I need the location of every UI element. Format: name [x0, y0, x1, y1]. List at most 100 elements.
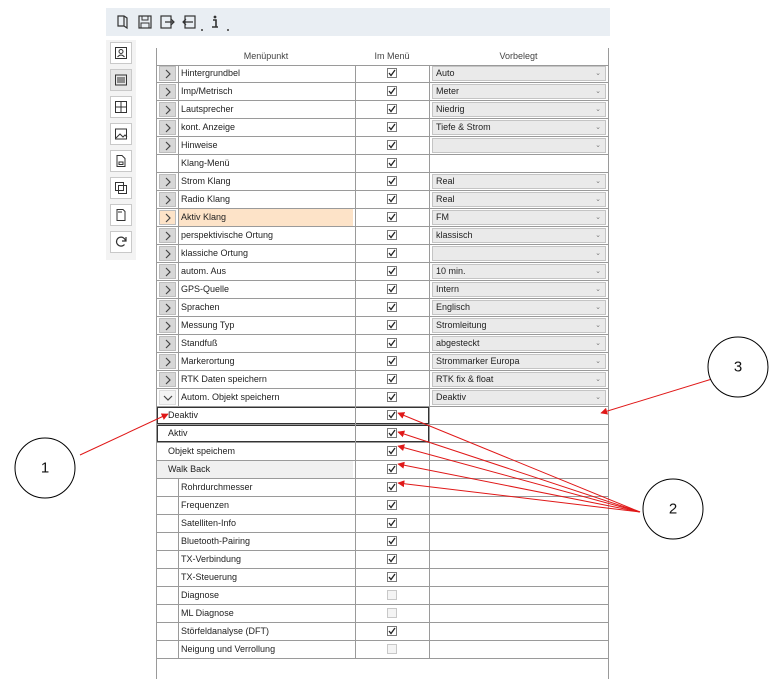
- table-row[interactable]: Strom Klang Real ⌄: [157, 173, 608, 191]
- table-row[interactable]: Lautsprecher Niedrig ⌄: [157, 101, 608, 119]
- table-row[interactable]: kont. Anzeige Tiefe & Strom ⌄: [157, 119, 608, 137]
- vorbelegt-dropdown[interactable]: Englisch ⌄: [432, 300, 606, 315]
- im-menu-checkbox[interactable]: [387, 284, 397, 294]
- import-icon[interactable]: [178, 11, 200, 33]
- chevron-right-icon[interactable]: [159, 354, 176, 369]
- column-header-im-menu[interactable]: Im Menü: [355, 48, 429, 65]
- im-menu-checkbox[interactable]: [387, 212, 397, 222]
- vorbelegt-dropdown[interactable]: 10 min. ⌄: [432, 264, 606, 279]
- im-menu-checkbox[interactable]: [387, 536, 397, 546]
- list-view-icon[interactable]: [110, 69, 132, 91]
- im-menu-checkbox[interactable]: [387, 446, 397, 456]
- grid-icon[interactable]: [110, 96, 132, 118]
- im-menu-checkbox[interactable]: [387, 572, 397, 582]
- im-menu-checkbox[interactable]: [387, 554, 397, 564]
- im-menu-checkbox[interactable]: [387, 86, 397, 96]
- chevron-right-icon[interactable]: [159, 102, 176, 117]
- table-row[interactable]: RTK Daten speichern RTK fix & float ⌄: [157, 371, 608, 389]
- chevron-right-icon[interactable]: [159, 210, 176, 225]
- im-menu-checkbox[interactable]: [387, 392, 397, 402]
- im-menu-checkbox[interactable]: [387, 122, 397, 132]
- person-card-icon[interactable]: [110, 42, 132, 64]
- chevron-right-icon[interactable]: [159, 66, 176, 81]
- vorbelegt-dropdown[interactable]: Auto ⌄: [432, 66, 606, 81]
- table-row[interactable]: Aktiv: [157, 425, 608, 443]
- chevron-right-icon[interactable]: [159, 120, 176, 135]
- table-row[interactable]: TX-Verbindung: [157, 551, 608, 569]
- column-header-menupunkt[interactable]: Menüpunkt: [177, 48, 355, 65]
- image-icon[interactable]: [110, 123, 132, 145]
- table-row[interactable]: Imp/Metrisch Meter ⌄: [157, 83, 608, 101]
- vorbelegt-dropdown[interactable]: RTK fix & float ⌄: [432, 372, 606, 387]
- im-menu-checkbox[interactable]: [387, 248, 397, 258]
- im-menu-checkbox[interactable]: [387, 338, 397, 348]
- refresh-icon[interactable]: [110, 231, 132, 253]
- table-row[interactable]: Standfuß abgesteckt ⌄: [157, 335, 608, 353]
- vorbelegt-dropdown[interactable]: ⌄: [432, 138, 606, 153]
- table-row[interactable]: Rohrdurchmesser: [157, 479, 608, 497]
- im-menu-checkbox[interactable]: [387, 320, 397, 330]
- im-menu-checkbox[interactable]: [387, 482, 397, 492]
- table-row[interactable]: TX-Steuerung: [157, 569, 608, 587]
- table-row[interactable]: Frequenzen: [157, 497, 608, 515]
- chevron-right-icon[interactable]: [159, 138, 176, 153]
- vorbelegt-dropdown[interactable]: klassisch ⌄: [432, 228, 606, 243]
- info-icon[interactable]: [204, 11, 226, 33]
- vorbelegt-dropdown[interactable]: Strommarker Europa ⌄: [432, 354, 606, 369]
- table-row[interactable]: Satelliten-Info: [157, 515, 608, 533]
- table-row[interactable]: Autom. Objekt speichern Deaktiv ⌄: [157, 389, 608, 407]
- vorbelegt-dropdown[interactable]: FM ⌄: [432, 210, 606, 225]
- table-row[interactable]: Sprachen Englisch ⌄: [157, 299, 608, 317]
- im-menu-checkbox[interactable]: [387, 500, 397, 510]
- table-row[interactable]: ML Diagnose: [157, 605, 608, 623]
- im-menu-checkbox[interactable]: [387, 230, 397, 240]
- vorbelegt-dropdown[interactable]: ⌄: [432, 246, 606, 261]
- im-menu-checkbox[interactable]: [387, 176, 397, 186]
- table-row[interactable]: Diagnose: [157, 587, 608, 605]
- chevron-right-icon[interactable]: [159, 174, 176, 189]
- chevron-right-icon[interactable]: [159, 228, 176, 243]
- open-book-icon[interactable]: [112, 11, 134, 33]
- table-row[interactable]: Hintergrundbel Auto ⌄: [157, 65, 608, 83]
- chevron-right-icon[interactable]: [159, 282, 176, 297]
- vorbelegt-dropdown[interactable]: Real ⌄: [432, 174, 606, 189]
- chevron-right-icon[interactable]: [159, 264, 176, 279]
- im-menu-checkbox[interactable]: [387, 518, 397, 528]
- vorbelegt-dropdown[interactable]: Stromleitung ⌄: [432, 318, 606, 333]
- chevron-right-icon[interactable]: [159, 336, 176, 351]
- table-row[interactable]: GPS-Quelle Intern ⌄: [157, 281, 608, 299]
- vorbelegt-dropdown[interactable]: abgesteckt ⌄: [432, 336, 606, 351]
- im-menu-checkbox[interactable]: [387, 266, 397, 276]
- chevron-right-icon[interactable]: [159, 246, 176, 261]
- im-menu-checkbox[interactable]: [387, 194, 397, 204]
- chevron-right-icon[interactable]: [159, 318, 176, 333]
- table-row[interactable]: Aktiv Klang FM ⌄: [157, 209, 608, 227]
- im-menu-checkbox[interactable]: [387, 374, 397, 384]
- im-menu-checkbox[interactable]: [387, 302, 397, 312]
- chevron-right-icon[interactable]: [159, 192, 176, 207]
- table-row[interactable]: Radio Klang Real ⌄: [157, 191, 608, 209]
- im-menu-checkbox[interactable]: [387, 104, 397, 114]
- table-row[interactable]: Hinweise ⌄: [157, 137, 608, 155]
- table-row[interactable]: Klang-Menü: [157, 155, 608, 173]
- im-menu-checkbox[interactable]: [387, 464, 397, 474]
- im-menu-checkbox[interactable]: [387, 428, 397, 438]
- chevron-right-icon[interactable]: [159, 372, 176, 387]
- copy-icon[interactable]: [110, 177, 132, 199]
- chevron-right-icon[interactable]: [159, 84, 176, 99]
- column-header-vorbelegt[interactable]: Vorbelegt: [429, 48, 608, 65]
- im-menu-checkbox[interactable]: [387, 68, 397, 78]
- im-menu-checkbox[interactable]: [387, 140, 397, 150]
- table-row[interactable]: Bluetooth-Pairing: [157, 533, 608, 551]
- vorbelegt-dropdown[interactable]: Niedrig ⌄: [432, 102, 606, 117]
- table-row[interactable]: Markerortung Strommarker Europa ⌄: [157, 353, 608, 371]
- im-menu-checkbox[interactable]: [387, 626, 397, 636]
- table-row[interactable]: Objekt speichem: [157, 443, 608, 461]
- chevron-right-icon[interactable]: [159, 300, 176, 315]
- table-row[interactable]: Deaktiv: [157, 407, 608, 425]
- save-icon[interactable]: [134, 11, 156, 33]
- export-icon[interactable]: [156, 11, 178, 33]
- sd-card-icon[interactable]: [110, 204, 132, 226]
- table-row[interactable]: Neigung und Verrollung: [157, 641, 608, 659]
- vorbelegt-dropdown[interactable]: Real ⌄: [432, 192, 606, 207]
